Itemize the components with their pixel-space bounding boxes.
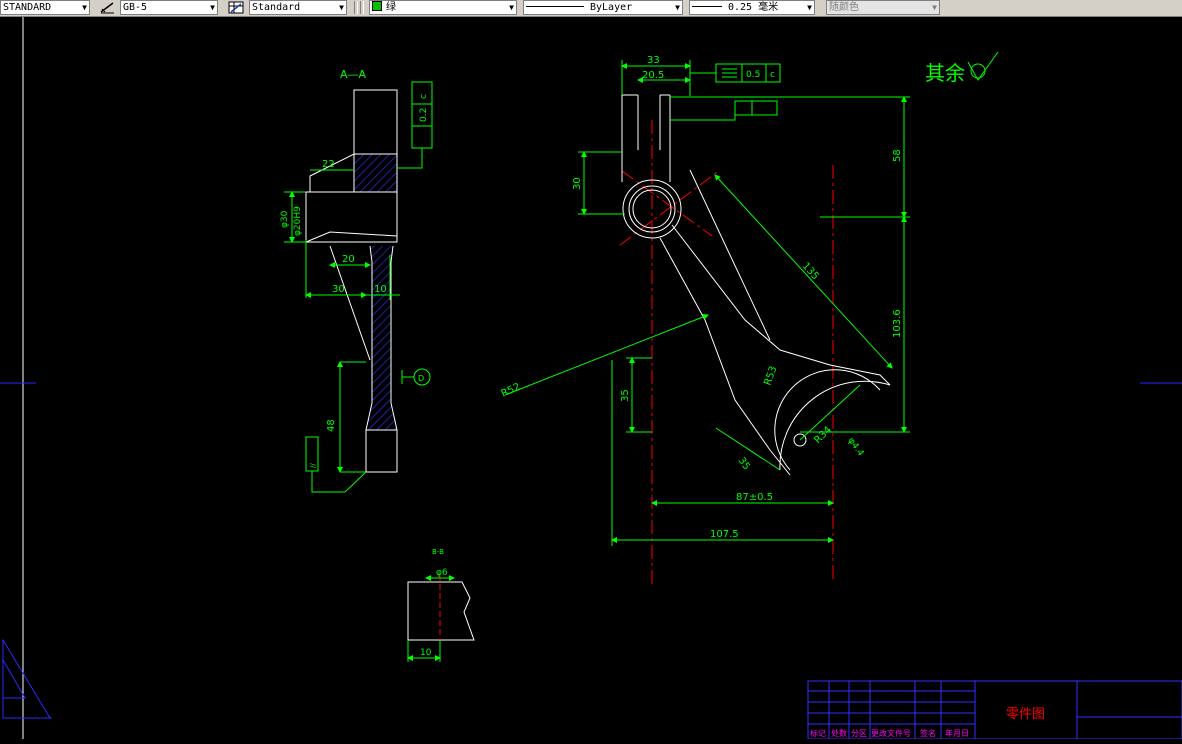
dim-phi6: φ6 xyxy=(436,568,448,578)
linetype-combo[interactable]: ByLayer ▼ xyxy=(523,0,683,15)
tb-label-signature: 签名 xyxy=(920,728,936,738)
dim-r34: R34 xyxy=(812,424,834,446)
tb-label-count: 处数 xyxy=(831,728,847,738)
dim-10: 10 xyxy=(374,284,387,295)
section-bb-title: B-B xyxy=(432,548,444,556)
dim-10-bb: 10 xyxy=(420,648,432,658)
chevron-down-icon[interactable]: ▼ xyxy=(82,1,87,14)
dimension-style-icon[interactable] xyxy=(99,1,115,14)
linetype-sample xyxy=(526,6,584,7)
ucs-icon xyxy=(2,638,52,719)
tb-title: 零件图 xyxy=(1006,707,1045,722)
toolbar-separator xyxy=(360,1,364,14)
section-a-a-view: A—A 22 20 30 10 48 φ30 φ20H9 0.2 c D // xyxy=(280,68,433,493)
text-style-combo[interactable]: STANDARD ▼ xyxy=(0,0,90,15)
roughness-note: 其余 xyxy=(925,61,965,85)
title-block: 标记 处数 分区 更改文件号 签名 年月日 零件图 xyxy=(807,680,1182,739)
tb-label-change-doc: 更改文件号 xyxy=(871,728,911,738)
dim-phi20: φ20H9 xyxy=(293,206,303,236)
dim-style-value: GB-5 xyxy=(123,2,148,13)
tol-0-5-c: c xyxy=(770,70,775,80)
tol-0-5: 0.5 xyxy=(746,70,760,80)
dim-30: 30 xyxy=(332,284,345,295)
tb-label-date: 年月日 xyxy=(945,728,969,738)
color-swatch xyxy=(372,1,382,11)
dim-48: 48 xyxy=(326,419,337,432)
datum-d: D xyxy=(418,374,424,383)
table-style-value: Standard xyxy=(252,2,301,13)
table-style-combo[interactable]: Standard ▼ xyxy=(249,0,347,15)
dim-r52: R52 xyxy=(500,381,522,399)
text-style-value: STANDARD xyxy=(3,2,52,13)
dim-phi4-4: φ4.4 xyxy=(846,436,866,459)
color-control-combo[interactable]: 绿 ▼ xyxy=(369,0,517,15)
dim-22: 22 xyxy=(322,159,335,170)
dim-30-right: 30 xyxy=(572,177,583,190)
chevron-down-icon[interactable]: ▼ xyxy=(210,1,215,14)
lineweight-sample xyxy=(692,6,722,7)
dim-r53: R53 xyxy=(762,365,779,387)
dim-35-vert: 35 xyxy=(620,389,631,402)
tb-label-mark: 标记 xyxy=(810,728,826,738)
color-value: 绿 xyxy=(386,2,396,13)
dim-phi30: φ30 xyxy=(280,210,290,228)
tol-c: c xyxy=(419,94,429,99)
linetype-value: ByLayer xyxy=(590,2,633,13)
chevron-down-icon[interactable]: ▼ xyxy=(509,1,514,14)
plot-style-value: 随颜色 xyxy=(829,2,859,13)
tol-parallel: // xyxy=(309,463,317,468)
section-aa-title: A—A xyxy=(340,68,367,81)
lineweight-value: 0.25 毫米 xyxy=(728,2,779,13)
chevron-down-icon[interactable]: ▼ xyxy=(807,1,812,14)
dim-35-diag: 35 xyxy=(736,455,752,472)
chevron-down-icon: ▼ xyxy=(932,3,937,12)
tol-0-2: 0.2 xyxy=(419,108,429,122)
dim-style-combo[interactable]: GB-5 ▼ xyxy=(120,0,218,15)
properties-toolbar: STANDARD ▼ GB-5 ▼ Standard ▼ 绿 ▼ ByLayer… xyxy=(0,0,1182,17)
chevron-down-icon[interactable]: ▼ xyxy=(339,1,344,14)
dim-20-5: 20.5 xyxy=(642,70,664,81)
tb-label-zone: 分区 xyxy=(851,729,867,738)
section-b-b-view: B-B φ6 10 xyxy=(407,548,475,662)
toolbar-separator xyxy=(354,1,358,14)
dim-87: 87±0.5 xyxy=(736,492,773,503)
dim-103-6: 103.6 xyxy=(892,309,903,338)
chevron-down-icon[interactable]: ▼ xyxy=(675,1,680,14)
dim-107-5: 107.5 xyxy=(710,529,739,540)
plot-style-combo: 随颜色 ▼ xyxy=(826,0,940,15)
dim-33: 33 xyxy=(647,55,660,66)
drawing-canvas[interactable]: A—A 22 20 30 10 48 φ30 φ20H9 0.2 c D // … xyxy=(0,17,1182,739)
dim-135: 135 xyxy=(800,261,821,283)
table-style-icon[interactable] xyxy=(228,1,244,14)
dim-58: 58 xyxy=(892,149,903,162)
dim-20: 20 xyxy=(342,254,355,265)
lineweight-combo[interactable]: 0.25 毫米 ▼ xyxy=(689,0,815,15)
main-view: 33 20.5 58 103.6 30 R52 35 35 R53 R34 φ4… xyxy=(500,51,999,585)
